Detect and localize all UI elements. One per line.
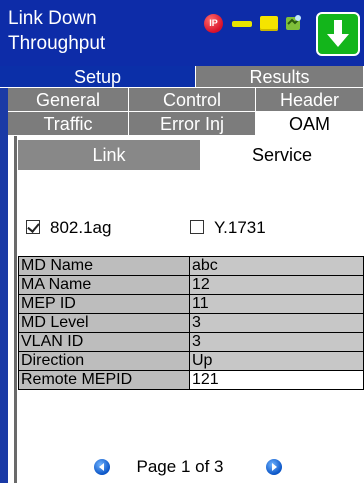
ma-name-label: MA Name <box>18 275 190 295</box>
table-row-direction[interactable]: Direction Up <box>18 351 364 371</box>
tab-error-inj[interactable]: Error Inj <box>129 112 256 136</box>
arrow-left-icon <box>99 463 104 471</box>
tab-general[interactable]: General <box>8 88 129 112</box>
remote-mepid-value[interactable]: 121 <box>189 370 364 390</box>
remote-mepid-label: Remote MEPID <box>18 370 190 390</box>
table-row-mep-id[interactable]: MEP ID 11 <box>18 294 364 314</box>
checkbox-802-1ag-label: 802.1ag <box>50 218 112 237</box>
folder-icon[interactable] <box>260 16 278 31</box>
mep-id-label: MEP ID <box>18 294 190 314</box>
md-level-label: MD Level <box>18 313 190 333</box>
tab-error-inj-label: Error Inj <box>159 114 224 134</box>
md-level-value[interactable]: 3 <box>189 313 364 333</box>
ma-name-value[interactable]: 12 <box>189 275 364 295</box>
tab-general-label: General <box>35 90 101 110</box>
subtab-link[interactable]: Link <box>18 140 200 170</box>
arrow-down-icon <box>327 20 349 47</box>
table-row-remote-mepid[interactable]: Remote MEPID 121 <box>18 370 364 390</box>
title-line-1: Link Down <box>8 8 97 29</box>
tab-header[interactable]: Header <box>256 88 364 112</box>
tab-oam-label: OAM <box>288 114 330 134</box>
tab-traffic[interactable]: Traffic <box>8 112 129 136</box>
link-bar-icon[interactable] <box>232 21 252 27</box>
mep-id-value[interactable]: 11 <box>189 294 364 314</box>
tab-results-label: Results <box>249 67 310 87</box>
title-bar: Link Down Throughput IP <box>0 0 364 66</box>
tab-control[interactable]: Control <box>129 88 256 112</box>
checkbox-y1731[interactable]: Y.1731 <box>190 218 266 238</box>
tab-oam[interactable]: OAM <box>256 112 364 136</box>
subtab-link-label: Link <box>92 145 126 165</box>
download-button[interactable] <box>316 12 360 56</box>
checkbox-y1731-label: Y.1731 <box>214 218 266 237</box>
md-name-value[interactable]: abc <box>189 256 364 276</box>
md-name-label: MD Name <box>18 256 190 276</box>
arrow-right-icon <box>272 463 277 471</box>
mep-parameters-table: MD Name abc MA Name 12 MEP ID 11 MD Leve… <box>18 256 364 390</box>
checkbox-unchecked-icon[interactable] <box>190 220 204 234</box>
prev-page-button[interactable] <box>94 459 110 475</box>
direction-value[interactable]: Up <box>189 351 364 371</box>
tab-setup[interactable]: Setup <box>0 66 196 88</box>
table-row-md-name[interactable]: MD Name abc <box>18 256 364 276</box>
table-row-vlan-id[interactable]: VLAN ID 3 <box>18 332 364 352</box>
network-icon[interactable] <box>284 12 304 34</box>
pager: Page 1 of 3 <box>0 456 364 478</box>
test-title: Link Down Throughput <box>8 6 105 56</box>
table-row-ma-name[interactable]: MA Name 12 <box>18 275 364 295</box>
title-line-2: Throughput <box>8 33 106 54</box>
tab-setup-label: Setup <box>73 67 122 87</box>
subtab-service-label: Service <box>251 145 313 165</box>
tab-results[interactable]: Results <box>196 66 364 88</box>
tab-control-label: Control <box>162 90 222 110</box>
ip-icon[interactable]: IP <box>204 14 223 33</box>
table-row-md-level[interactable]: MD Level 3 <box>18 313 364 333</box>
page-indicator: Page 1 of 3 <box>136 457 224 476</box>
tab-header-label: Header <box>279 90 340 110</box>
checkbox-checked-icon[interactable] <box>26 220 40 234</box>
next-page-button[interactable] <box>266 459 282 475</box>
vlan-id-label: VLAN ID <box>18 332 190 352</box>
checkbox-802-1ag[interactable]: 802.1ag <box>26 218 111 238</box>
tab-traffic-label: Traffic <box>43 114 93 134</box>
vlan-id-value[interactable]: 3 <box>189 332 364 352</box>
direction-label: Direction <box>18 351 190 371</box>
subtab-service[interactable]: Service <box>200 140 364 170</box>
